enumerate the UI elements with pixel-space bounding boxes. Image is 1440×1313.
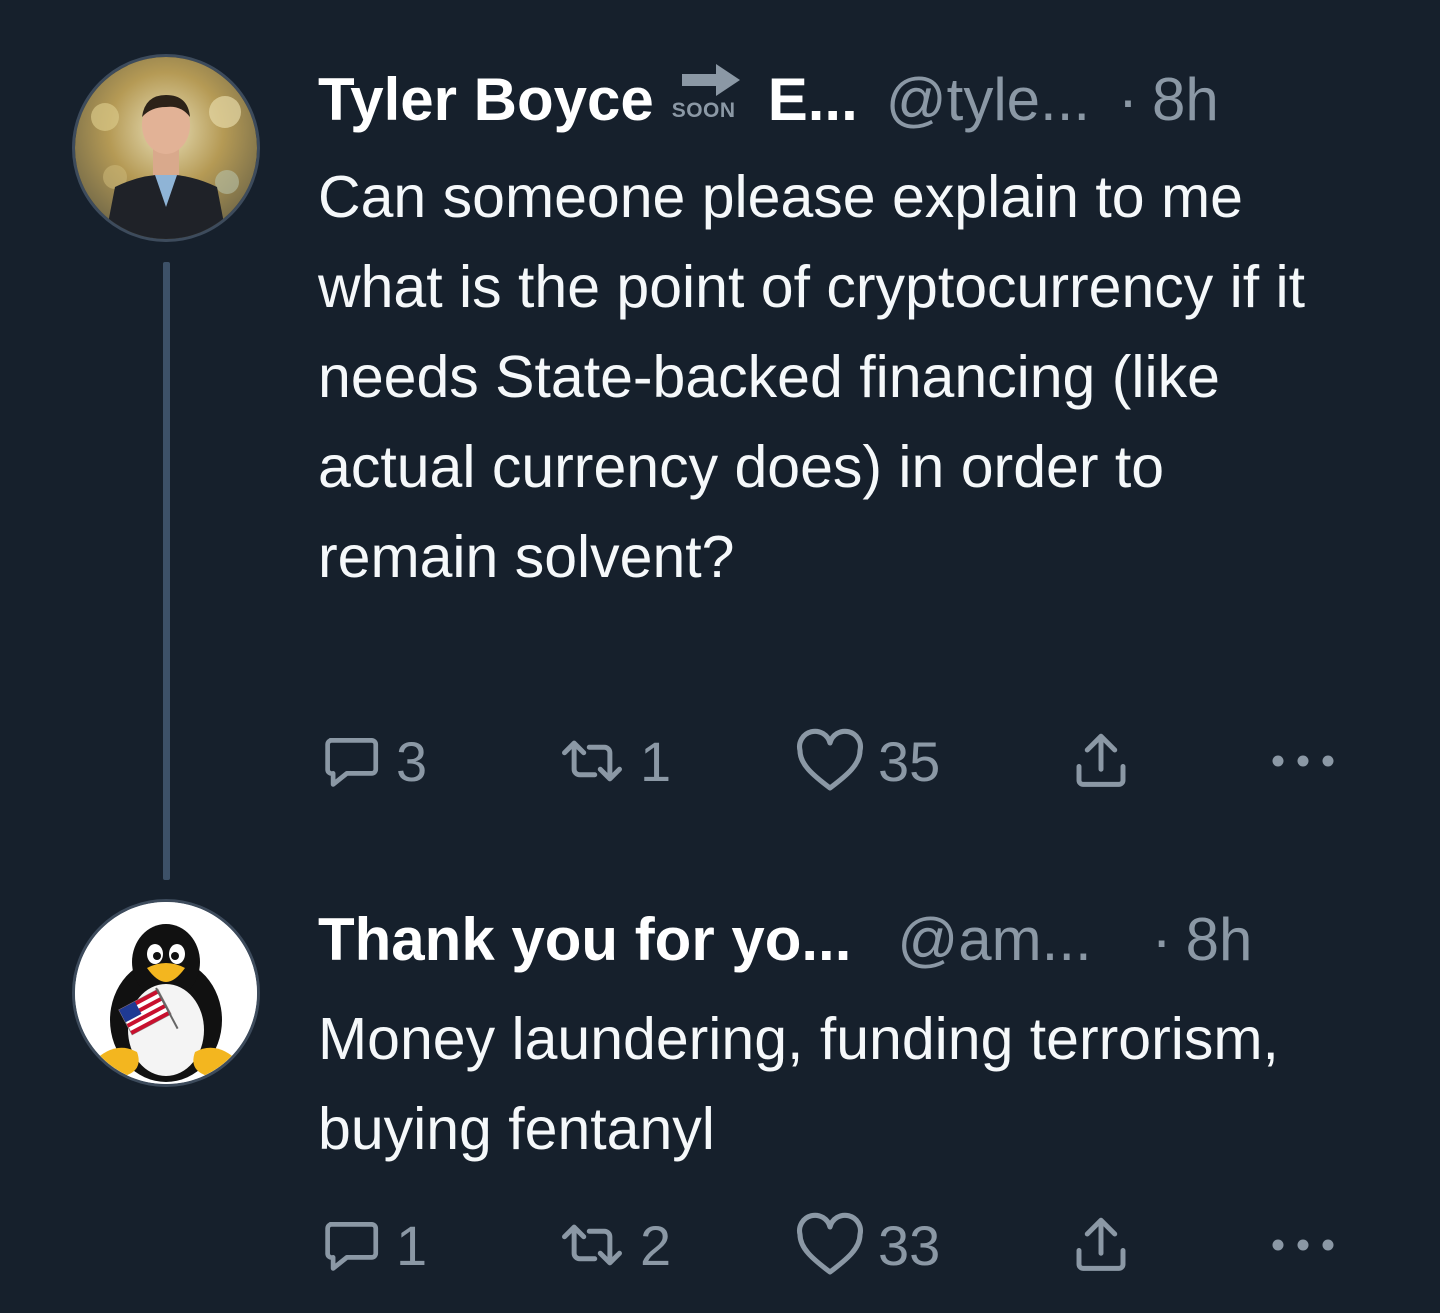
reply-count: 1 [396,1213,428,1277]
more-icon [1272,755,1334,767]
avatar-tyler-boyce[interactable] [72,54,260,242]
retweet-button[interactable]: 1 [556,726,671,796]
thread-line [163,262,170,880]
tweet-actions: 1 2 33 [318,1210,1348,1280]
soon-badge: SOON [671,60,754,122]
like-button[interactable]: 35 [794,726,940,796]
tweet-text: Money laundering, funding terrorism, buy… [318,1006,1279,1162]
share-button[interactable] [1068,726,1134,796]
like-count: 33 [878,1213,941,1277]
share-icon [1076,733,1126,787]
like-count: 35 [878,729,941,793]
more-button[interactable] [1270,1210,1336,1280]
user-handle[interactable]: @am... [897,905,1091,975]
separator-dot: · [1151,906,1172,973]
share-icon [1076,1217,1126,1271]
reply-icon [325,738,379,787]
separator-dot: · [1118,66,1139,133]
penguin-with-flag-avatar-icon [75,902,257,1084]
reply-count: 3 [396,729,428,793]
heart-icon [797,728,863,791]
tweet-text: Can someone please explain to me what is… [318,164,1306,590]
timestamp[interactable]: 8h [1152,65,1219,135]
like-button[interactable]: 33 [794,1210,940,1280]
retweet-count: 1 [640,729,672,793]
share-button[interactable] [1068,1210,1134,1280]
reply-icon [325,1222,379,1271]
display-name-suffix[interactable]: E... [768,65,858,135]
reply-button[interactable]: 3 [318,726,427,796]
arrow-right-icon [681,64,740,96]
timestamp[interactable]: 8h [1186,905,1253,975]
tweet-header: Tyler Boyce SOON E... @tyle... · 8h [318,60,1380,135]
retweet-button[interactable]: 2 [556,1210,671,1280]
avatar-penguin[interactable] [72,899,260,1087]
reply-button[interactable]: 1 [318,1210,427,1280]
retweet-icon [562,1224,622,1266]
display-name[interactable]: Tyler Boyce [318,65,654,135]
retweet-count: 2 [640,1213,672,1277]
heart-icon [797,1212,863,1275]
display-name[interactable]: Thank you for yo... [318,905,851,975]
tweet-header: Thank you for yo... @am... · 8h [318,905,1380,975]
user-handle[interactable]: @tyle... [886,65,1090,135]
soon-label: SOON [671,99,736,122]
retweet-icon [562,740,622,782]
tweet-actions: 3 1 35 [318,726,1348,796]
more-button[interactable] [1270,726,1336,796]
more-icon [1272,1239,1334,1251]
man-in-suit-avatar-icon [75,57,257,239]
